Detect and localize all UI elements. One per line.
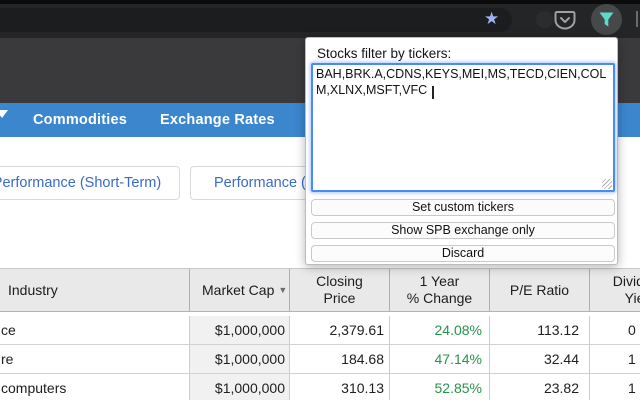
window-top-edge bbox=[0, 0, 640, 4]
cell-market-cap: $1,000,000 bbox=[190, 374, 290, 400]
cell-market-cap: $1,000,000 bbox=[190, 316, 290, 344]
market-cap-label: Market Cap bbox=[202, 282, 274, 299]
cell-pe-ratio: 23.82 bbox=[490, 374, 590, 400]
stocks-table: Industry Market Cap ▼ Closing Price 1 Ye… bbox=[0, 268, 640, 312]
browser-toolbar: ★ bbox=[0, 0, 640, 38]
nav-item-exchange-rates[interactable]: Exchange Rates bbox=[160, 103, 275, 137]
toolbar-separator bbox=[636, 11, 638, 27]
text-caret bbox=[432, 86, 434, 99]
screen: ★ Commodities Exchange Rates Performance… bbox=[0, 0, 640, 400]
cell-closing-price: 184.68 bbox=[290, 345, 390, 373]
table-body: ce $1,000,000 2,379.61 24.08% 113.12 0 r… bbox=[0, 316, 640, 400]
stocks-filter-popup: Stocks filter by tickers: BAH,BRK.A,CDNS… bbox=[305, 37, 618, 265]
show-spb-exchange-button[interactable]: Show SPB exchange only bbox=[311, 222, 615, 239]
bookmark-star-icon[interactable]: ★ bbox=[484, 7, 499, 31]
cell-pe-ratio: 32.44 bbox=[490, 345, 590, 373]
address-bar[interactable] bbox=[0, 8, 512, 32]
cell-market-cap: $1,000,000 bbox=[190, 345, 290, 373]
performance-short-term-label: Performance (Short-Term) bbox=[0, 175, 161, 191]
cell-closing-price: 310.13 bbox=[290, 374, 390, 400]
cell-industry: ce bbox=[0, 316, 190, 344]
table-row[interactable]: computers $1,000,000 310.13 52.85% 23.82… bbox=[0, 374, 640, 400]
cell-closing-price: 2,379.61 bbox=[290, 316, 390, 344]
performance-short-term-button[interactable]: Performance (Short-Term) bbox=[0, 166, 180, 200]
set-custom-tickers-button[interactable]: Set custom tickers bbox=[311, 199, 615, 216]
cell-1y-change: 47.14% bbox=[390, 345, 490, 373]
cell-dividend-yield: 1 bbox=[590, 345, 640, 373]
extension-icon-dimmed[interactable] bbox=[536, 11, 553, 28]
table-row[interactable]: re $1,000,000 184.68 47.14% 32.44 1 bbox=[0, 345, 640, 374]
nav-item-fragment[interactable] bbox=[0, 110, 8, 118]
cell-pe-ratio: 113.12 bbox=[490, 316, 590, 344]
popup-title: Stocks filter by tickers: bbox=[317, 46, 451, 61]
stocks-filter-extension-button[interactable] bbox=[591, 4, 622, 35]
cell-dividend-yield: 0 bbox=[590, 316, 640, 344]
pocket-icon[interactable] bbox=[554, 10, 576, 30]
column-header-market-cap[interactable]: Market Cap ▼ bbox=[190, 269, 290, 311]
table-row[interactable]: ce $1,000,000 2,379.61 24.08% 113.12 0 bbox=[0, 316, 640, 345]
column-header-closing-price[interactable]: Closing Price bbox=[290, 269, 390, 311]
filter-funnel-icon bbox=[598, 11, 615, 28]
cell-1y-change: 24.08% bbox=[390, 316, 490, 344]
performance-long-term-label: Performance (L bbox=[214, 175, 314, 191]
textarea-resize-handle[interactable] bbox=[602, 179, 612, 189]
column-header-industry[interactable]: Industry bbox=[0, 269, 190, 311]
sort-desc-icon[interactable]: ▼ bbox=[278, 282, 287, 299]
tickers-textarea[interactable]: BAH,BRK.A,CDNS,KEYS,MEI,MS,TECD,CIEN,COL… bbox=[311, 63, 615, 192]
cell-dividend-yield: 1 bbox=[590, 374, 640, 400]
column-header-dividend-yield[interactable]: Dividend Yield bbox=[590, 269, 640, 311]
cell-industry: re bbox=[0, 345, 190, 373]
nav-item-commodities[interactable]: Commodities bbox=[33, 103, 127, 137]
cell-1y-change: 52.85% bbox=[390, 374, 490, 400]
table-header-row: Industry Market Cap ▼ Closing Price 1 Ye… bbox=[0, 268, 640, 312]
discard-button[interactable]: Discard bbox=[311, 245, 615, 262]
cell-industry: computers bbox=[0, 374, 190, 400]
column-header-pe-ratio[interactable]: P/E Ratio bbox=[490, 269, 590, 311]
column-header-1y-change[interactable]: 1 Year % Change bbox=[390, 269, 490, 311]
